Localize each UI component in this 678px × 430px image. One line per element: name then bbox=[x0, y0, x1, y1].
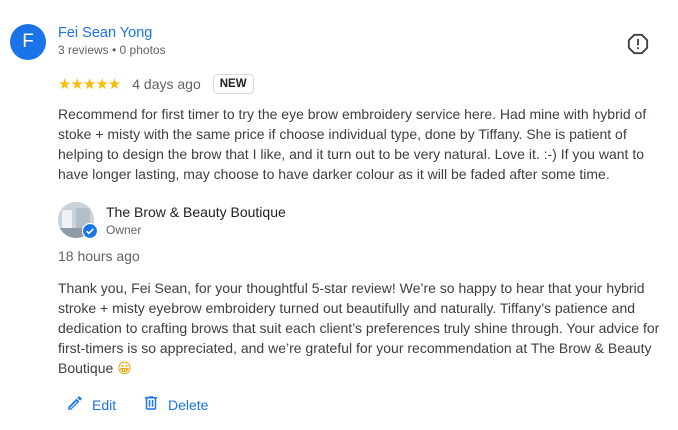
edit-button[interactable]: Edit bbox=[66, 394, 116, 415]
verified-check-icon bbox=[81, 222, 99, 240]
delete-label: Delete bbox=[168, 396, 209, 413]
reply-text: Thank you, Fei Sean, for your thoughtful… bbox=[58, 278, 664, 378]
new-badge: NEW bbox=[212, 74, 254, 94]
reviewer-meta: 3 reviews • 0 photos bbox=[58, 43, 166, 57]
delete-button[interactable]: Delete bbox=[142, 394, 208, 415]
reply-date: 18 hours ago bbox=[58, 248, 140, 264]
report-icon[interactable] bbox=[627, 33, 649, 55]
rating-row: ★★★★★ 4 days ago NEW bbox=[58, 74, 254, 94]
grinning-emoji: 😀 bbox=[117, 360, 132, 376]
reviewer-name[interactable]: Fei Sean Yong bbox=[58, 25, 152, 41]
review-text: Recommend for first timer to try the eye… bbox=[58, 106, 647, 182]
edit-label: Edit bbox=[92, 396, 117, 413]
owner-name[interactable]: The Brow & Beauty Boutique bbox=[106, 204, 286, 220]
trash-icon bbox=[142, 394, 168, 415]
reviewer-avatar[interactable]: F bbox=[10, 24, 46, 60]
owner-role: Owner bbox=[106, 223, 142, 237]
review-date: 4 days ago bbox=[132, 76, 201, 92]
reply-text-body: Thank you, Fei Sean, for your thoughtful… bbox=[58, 280, 660, 376]
pencil-icon bbox=[66, 394, 92, 415]
star-rating: ★★★★★ bbox=[58, 76, 121, 93]
